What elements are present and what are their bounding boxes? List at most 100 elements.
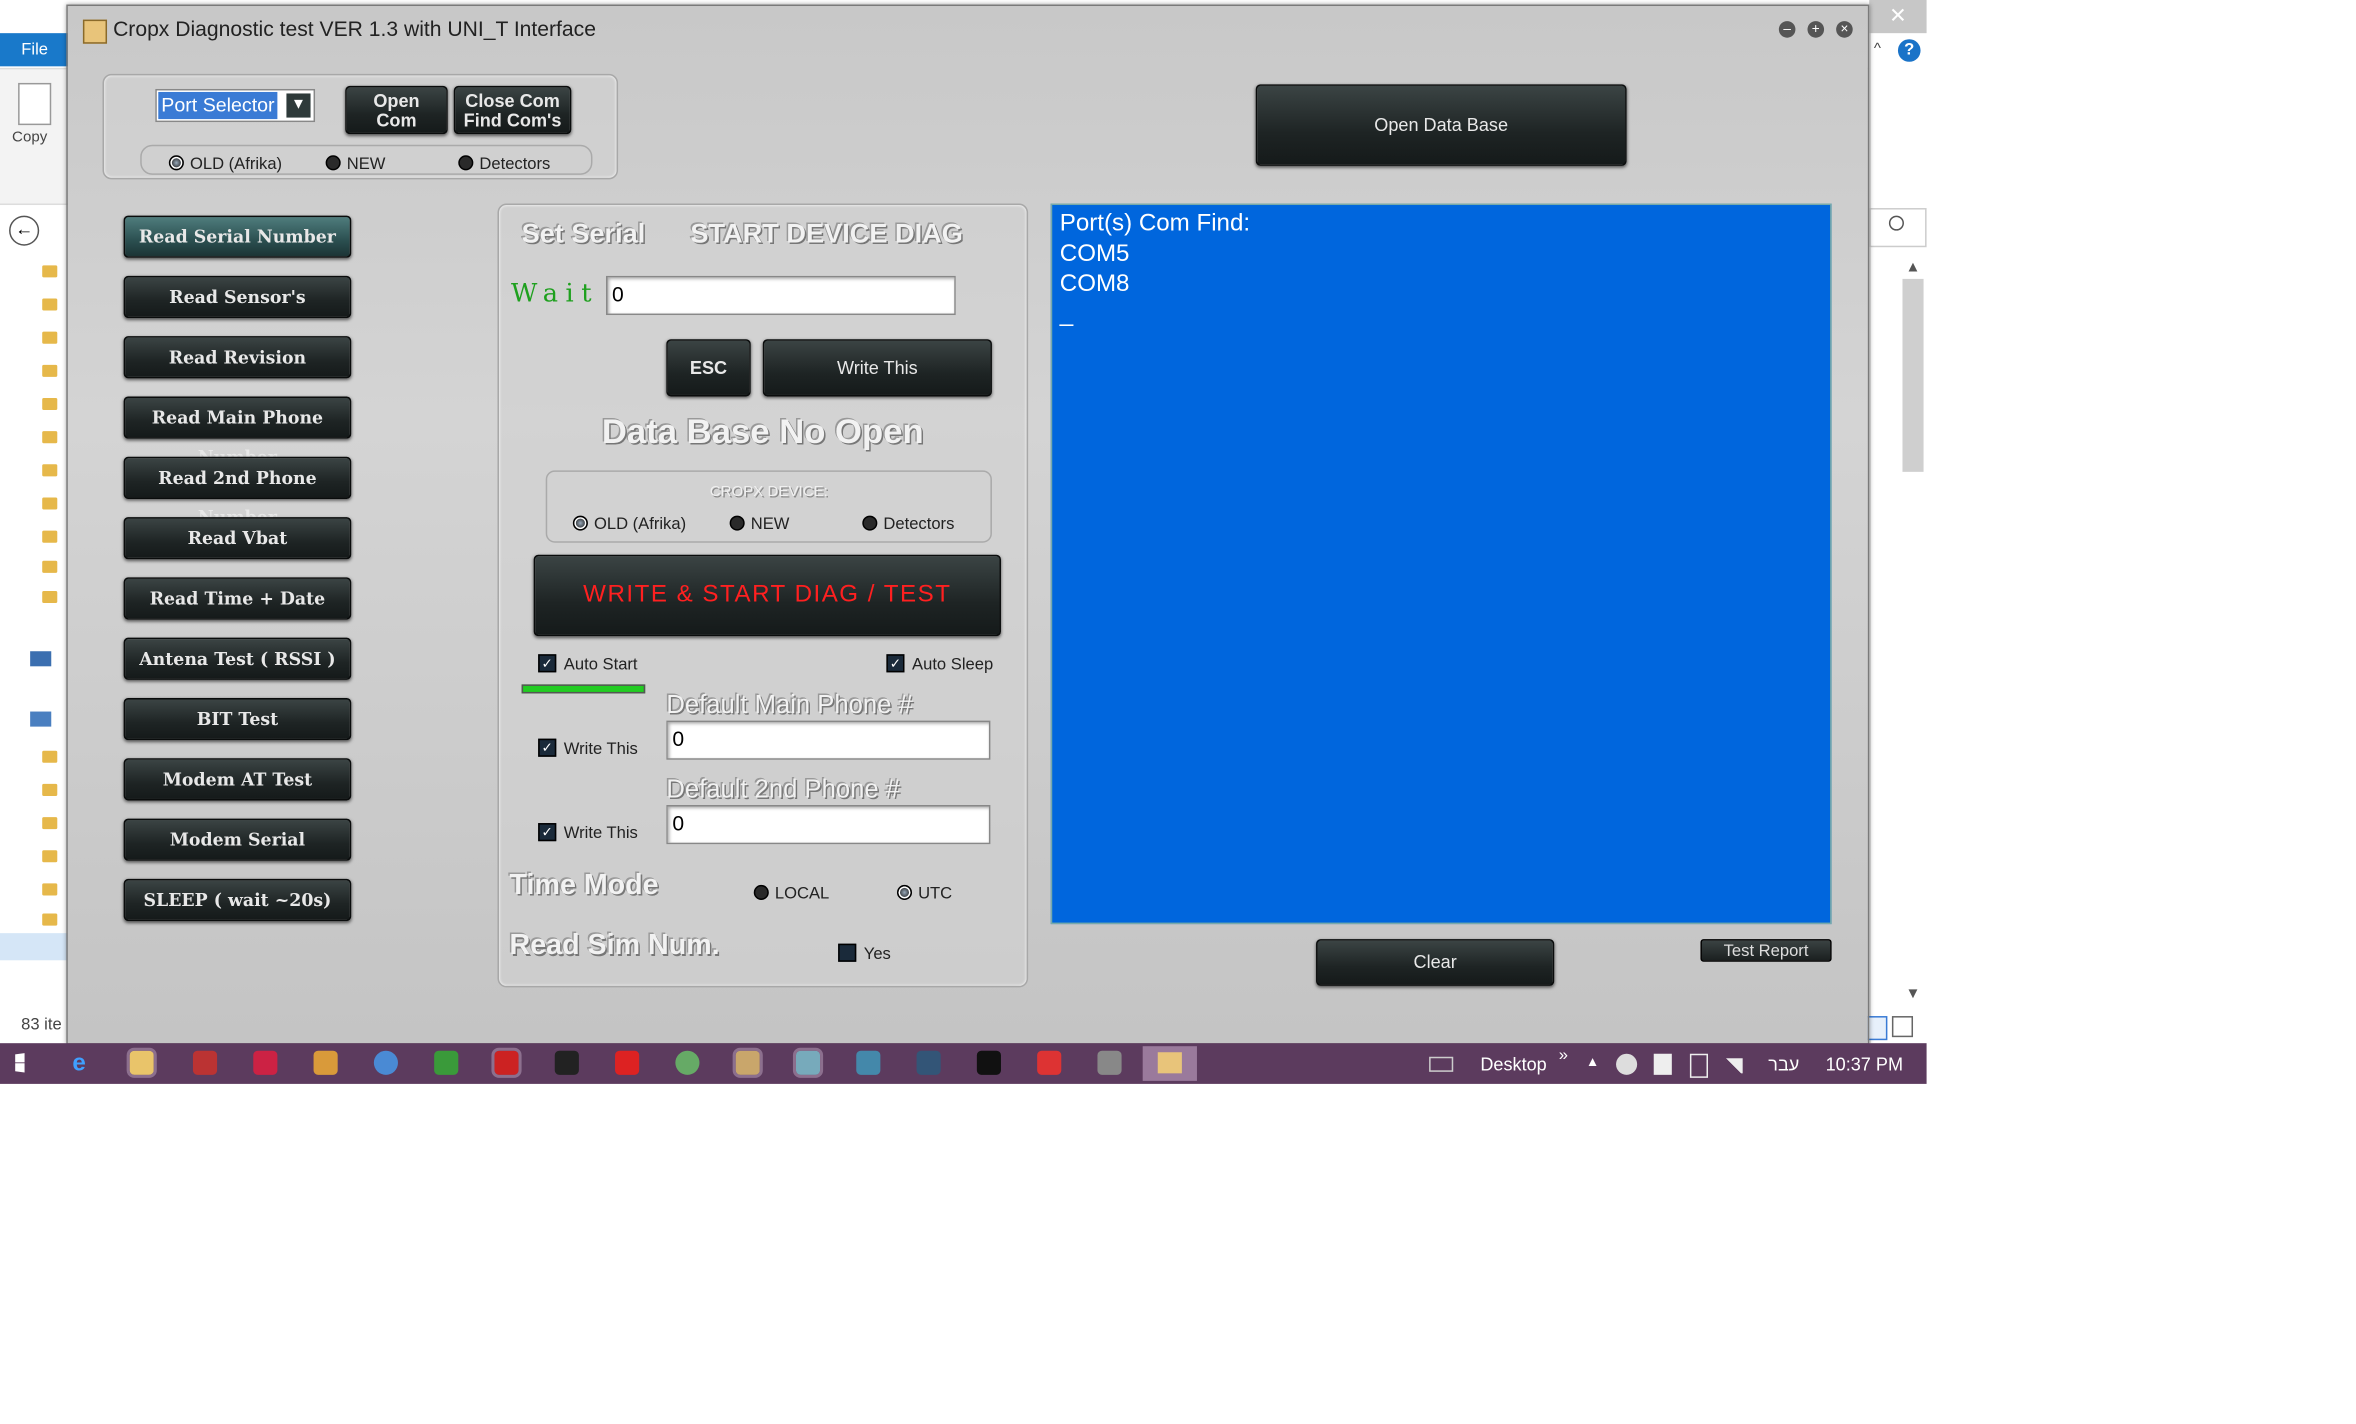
output-console[interactable]: Port(s) Com Find: COM5 COM8 _ [1050, 203, 1832, 925]
app-icon-3[interactable] [313, 1050, 338, 1075]
keyboard-icon[interactable] [1429, 1056, 1454, 1072]
tray-app-icon[interactable] [1616, 1053, 1638, 1075]
folder-icon[interactable] [42, 590, 58, 603]
folder-icon[interactable] [42, 883, 58, 896]
pdf-icon[interactable] [491, 1047, 522, 1078]
folder-icon[interactable] [42, 750, 58, 763]
chevron-up-icon[interactable]: ^ [1874, 41, 1881, 58]
explorer-close-button[interactable]: ✕ [1869, 0, 1927, 34]
app-icon-10[interactable] [856, 1050, 881, 1075]
set-serial-label[interactable]: Set Serial [522, 219, 646, 251]
app-icon-11[interactable] [916, 1050, 941, 1075]
device-radio-detectors[interactable]: Detectors [862, 510, 954, 537]
folder-icon[interactable] [42, 364, 58, 377]
folder-icon[interactable] [42, 397, 58, 411]
show-hidden-icons-icon[interactable]: ▲ [1586, 1054, 1599, 1069]
read-sim-checkbox[interactable]: Yes [838, 939, 891, 966]
folder-icon[interactable] [42, 530, 58, 543]
app-icon-12[interactable] [976, 1050, 1001, 1075]
title-bar[interactable]: Cropx Diagnostic test VER 1.3 with UNI_T… [68, 6, 1868, 51]
device-radio-old-afrika[interactable]: OLD (Afrika) [572, 510, 686, 537]
device-radio-new[interactable]: NEW [729, 510, 789, 537]
app-icon-8[interactable] [732, 1047, 763, 1078]
desktop-toolbar-label[interactable]: Desktop [1480, 1054, 1546, 1075]
file-tab[interactable]: File [0, 33, 70, 67]
app-icon-2[interactable] [253, 1050, 278, 1075]
folder-icon[interactable] [42, 464, 58, 477]
folder-icon[interactable] [42, 783, 58, 796]
scroll-down-icon[interactable]: ▼ [1905, 986, 1920, 1003]
write-main-phone-checkbox[interactable]: ✓ Write This [538, 734, 638, 761]
tools-icon[interactable] [1097, 1050, 1122, 1075]
open-com-button[interactable]: Open Com [345, 85, 448, 135]
write-this-button[interactable]: Write This [762, 339, 992, 397]
esc-button[interactable]: ESC [666, 339, 751, 397]
write-start-diag-button[interactable]: WRITE & START DIAG / TEST [533, 554, 1001, 637]
back-arrow-icon[interactable]: ← [9, 215, 40, 246]
clock[interactable]: 10:37 PM [1826, 1054, 1903, 1075]
read-vbat-button[interactable]: Read Vbat [123, 517, 352, 560]
second-phone-input[interactable]: 0 [666, 805, 991, 845]
toolbar-chevron-icon[interactable]: » [1559, 1046, 1568, 1064]
folder-icon[interactable] [42, 331, 58, 344]
read-serial-number-button[interactable]: Read Serial Number [123, 215, 352, 258]
scrollbar-thumb[interactable] [1902, 278, 1924, 472]
selected-drive-row[interactable] [0, 933, 70, 961]
radio-old-afrika[interactable]: OLD (Afrika) [168, 149, 282, 176]
start-device-diag-label[interactable]: START DEVICE DIAG [690, 219, 962, 251]
internet-explorer-icon[interactable]: e [72, 1051, 96, 1077]
app-icon-7[interactable] [675, 1050, 700, 1075]
details-view-icon[interactable] [1866, 1016, 1888, 1041]
network-icon[interactable] [30, 651, 52, 667]
folder-icon[interactable] [42, 850, 58, 863]
radio-detectors[interactable]: Detectors [458, 149, 550, 176]
auto-start-checkbox[interactable]: ✓ Auto Start [538, 650, 638, 677]
app-icon-6[interactable] [615, 1050, 640, 1075]
test-report-button[interactable]: Test Report [1700, 939, 1832, 962]
read-main-phone-button[interactable]: Read Main Phone Number [123, 396, 352, 467]
search-box[interactable] [1869, 208, 1927, 248]
folder-icon[interactable] [42, 431, 58, 444]
modem-serial-button[interactable]: Modem Serial [123, 818, 352, 861]
write-2nd-phone-checkbox[interactable]: ✓ Write This [538, 819, 638, 846]
copy-icon[interactable] [18, 82, 52, 126]
folder-icon[interactable] [42, 913, 58, 926]
read-sensors-button[interactable]: Read Sensor's [123, 275, 352, 319]
app-icon-13[interactable] [1037, 1050, 1062, 1075]
language-indicator[interactable]: עבר [1768, 1054, 1799, 1075]
folder-icon[interactable] [42, 265, 58, 278]
app-icon-4[interactable] [434, 1050, 459, 1075]
close-com-button[interactable]: Close Com Find Com's [453, 85, 572, 135]
battery-icon[interactable] [1689, 1053, 1708, 1078]
open-database-button[interactable]: Open Data Base [1255, 84, 1627, 166]
folder-icon[interactable] [42, 497, 58, 510]
close-button[interactable]: × [1836, 21, 1853, 38]
bit-test-button[interactable]: BIT Test [123, 697, 352, 741]
search-app-icon[interactable] [373, 1050, 398, 1075]
app-icon-1[interactable] [192, 1050, 218, 1075]
auto-sleep-checkbox[interactable]: ✓ Auto Sleep [886, 650, 993, 677]
read-revision-button[interactable]: Read Revision [123, 336, 352, 379]
folder-icon[interactable] [42, 298, 58, 311]
read-2nd-phone-button[interactable]: Read 2nd Phone Number [123, 456, 352, 528]
app-icon-9[interactable] [792, 1047, 824, 1078]
wait-input[interactable]: 0 [606, 275, 956, 316]
file-explorer-icon[interactable] [126, 1047, 157, 1078]
maximize-button[interactable]: + [1807, 21, 1825, 38]
dropdown-arrow-icon[interactable]: ▼ [286, 93, 311, 118]
app-icon-5[interactable] [554, 1050, 579, 1075]
computer-icon[interactable] [30, 711, 52, 727]
radio-new[interactable]: NEW [325, 149, 385, 176]
minimize-button[interactable]: – [1778, 21, 1796, 38]
read-time-date-button[interactable]: Read Time + Date [123, 577, 352, 620]
modem-at-test-button[interactable]: Modem AT Test [123, 758, 352, 801]
folder-icon[interactable] [42, 560, 58, 573]
time-mode-utc-radio[interactable]: UTC [896, 879, 952, 906]
scroll-up-icon[interactable]: ▲ [1905, 259, 1920, 276]
action-center-icon[interactable] [1653, 1053, 1672, 1075]
help-icon[interactable]: ? [1897, 39, 1921, 62]
clear-button[interactable]: Clear [1316, 939, 1555, 986]
signal-icon[interactable] [1724, 1058, 1743, 1074]
sleep-button[interactable]: SLEEP ( wait ~20s) [123, 878, 352, 922]
antena-test-button[interactable]: Antena Test ( RSSI ) [123, 637, 352, 680]
